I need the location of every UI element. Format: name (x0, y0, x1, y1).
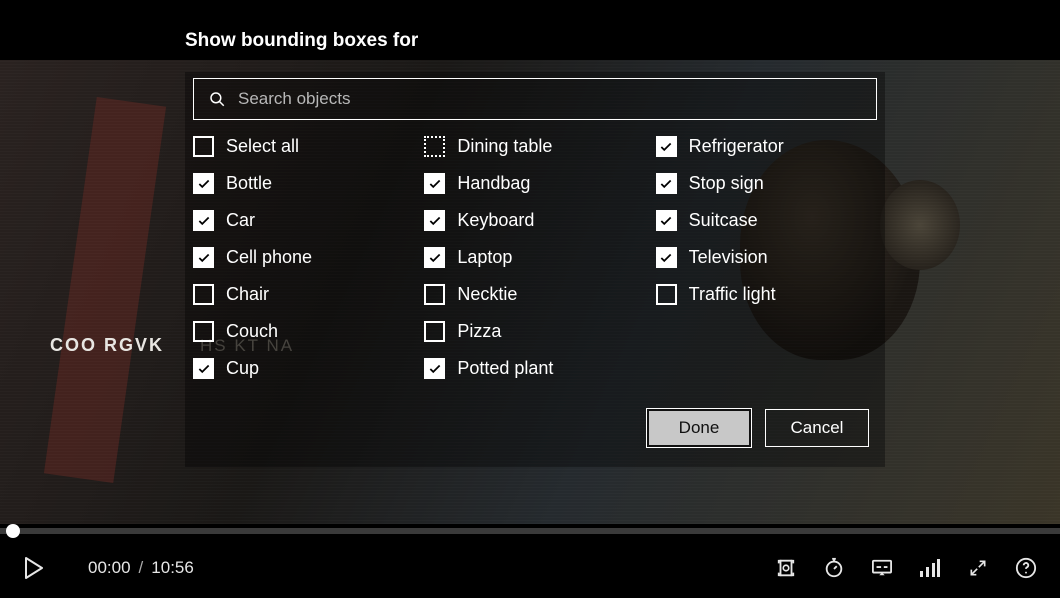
speed-button[interactable] (820, 554, 848, 582)
time-display: 00:00 / 10:56 (88, 558, 194, 578)
cancel-button[interactable]: Cancel (765, 409, 869, 447)
checkbox-label: Cup (226, 358, 259, 379)
current-time: 00:00 (88, 558, 131, 578)
backdrop-headphone (880, 180, 960, 270)
checkbox-label: Traffic light (689, 284, 776, 305)
checkbox-item-bottle[interactable]: Bottle (193, 173, 414, 194)
checkbox-box[interactable] (656, 210, 677, 231)
checkbox-box[interactable] (193, 210, 214, 231)
panel-body: Select all Bottle Car Cell phone Chair Couch C… (185, 72, 885, 467)
checkbox-box[interactable] (656, 247, 677, 268)
play-icon (24, 557, 44, 579)
checkbox-item-traffic-light[interactable]: Traffic light (656, 284, 877, 305)
checkbox-label: Cell phone (226, 247, 312, 268)
progress-track[interactable] (0, 524, 1060, 538)
checkbox-item-dining-table[interactable]: Dining table (424, 136, 645, 157)
player-controls: 00:00 / 10:56 (0, 538, 1060, 598)
checkbox-box[interactable] (193, 136, 214, 157)
checkbox-item-car[interactable]: Car (193, 210, 414, 231)
checkbox-item-potted-plant[interactable]: Potted plant (424, 358, 645, 379)
checkbox-label: Dining table (457, 136, 552, 157)
fullscreen-icon (968, 558, 988, 578)
checkbox-item-select-all[interactable]: Select all (193, 136, 414, 157)
checkbox-item-suitcase[interactable]: Suitcase (656, 210, 877, 231)
checkbox-box[interactable] (424, 284, 445, 305)
checkbox-box[interactable] (193, 247, 214, 268)
checkbox-label: Keyboard (457, 210, 534, 231)
checkbox-box[interactable] (656, 284, 677, 305)
checkbox-label: Chair (226, 284, 269, 305)
checkbox-item-cell-phone[interactable]: Cell phone (193, 247, 414, 268)
checkbox-label: Handbag (457, 173, 530, 194)
checkbox-box[interactable] (424, 358, 445, 379)
checkbox-box[interactable] (193, 358, 214, 379)
checkbox-box[interactable] (656, 136, 677, 157)
checkbox-item-stop-sign[interactable]: Stop sign (656, 173, 877, 194)
checkbox-item-handbag[interactable]: Handbag (424, 173, 645, 194)
checkbox-label: Television (689, 247, 768, 268)
checkbox-label: Bottle (226, 173, 272, 194)
checkbox-box[interactable] (193, 321, 214, 342)
time-separator: / (139, 558, 144, 578)
checkbox-item-cup[interactable]: Cup (193, 358, 414, 379)
captions-icon (871, 558, 893, 578)
checkbox-label: Laptop (457, 247, 512, 268)
checkbox-label: Couch (226, 321, 278, 342)
blank-cell (656, 321, 877, 342)
checkbox-box[interactable] (424, 136, 445, 157)
bounding-box-toggle[interactable] (772, 554, 800, 582)
stopwatch-icon (823, 557, 845, 579)
checkbox-item-pizza[interactable]: Pizza (424, 321, 645, 342)
checkbox-item-keyboard[interactable]: Keyboard (424, 210, 645, 231)
checkbox-box[interactable] (656, 173, 677, 194)
checkbox-label: Potted plant (457, 358, 553, 379)
quality-button[interactable] (916, 554, 944, 582)
checkbox-item-necktie[interactable]: Necktie (424, 284, 645, 305)
checkbox-box[interactable] (193, 284, 214, 305)
done-button[interactable]: Done (647, 409, 751, 447)
bounding-box-icon-inner (775, 557, 797, 579)
bounding-box-panel: Show bounding boxes for Select all Bottle… (185, 30, 885, 467)
search-input[interactable] (238, 89, 862, 109)
checkbox-item-couch[interactable]: Couch (193, 321, 414, 342)
checkbox-box[interactable] (424, 247, 445, 268)
signal-bars-icon (920, 559, 940, 577)
checkbox-box[interactable] (424, 210, 445, 231)
help-button[interactable] (1012, 554, 1040, 582)
backdrop-stripe (44, 97, 166, 483)
progress-thumb[interactable] (6, 524, 20, 538)
checkbox-label: Stop sign (689, 173, 764, 194)
panel-title: Show bounding boxes for (185, 30, 885, 52)
blank-cell (656, 358, 877, 379)
help-icon (1015, 557, 1037, 579)
search-box[interactable] (193, 78, 877, 120)
checkbox-item-chair[interactable]: Chair (193, 284, 414, 305)
checkbox-box[interactable] (424, 321, 445, 342)
checkbox-item-television[interactable]: Television (656, 247, 877, 268)
checkbox-label: Pizza (457, 321, 501, 342)
checkbox-label: Car (226, 210, 255, 231)
play-button[interactable] (20, 554, 48, 582)
checkbox-box[interactable] (424, 173, 445, 194)
checkbox-label: Select all (226, 136, 299, 157)
backdrop-overlay-text: COO RGVK (50, 335, 164, 356)
checkbox-label: Suitcase (689, 210, 758, 231)
checkbox-label: Necktie (457, 284, 517, 305)
fullscreen-button[interactable] (964, 554, 992, 582)
captions-button[interactable] (868, 554, 896, 582)
search-icon (208, 90, 226, 108)
checkbox-box[interactable] (193, 173, 214, 194)
progress-line (0, 528, 1060, 534)
checkbox-label: Refrigerator (689, 136, 784, 157)
checkbox-item-laptop[interactable]: Laptop (424, 247, 645, 268)
checkbox-item-refrigerator[interactable]: Refrigerator (656, 136, 877, 157)
duration: 10:56 (151, 558, 194, 578)
